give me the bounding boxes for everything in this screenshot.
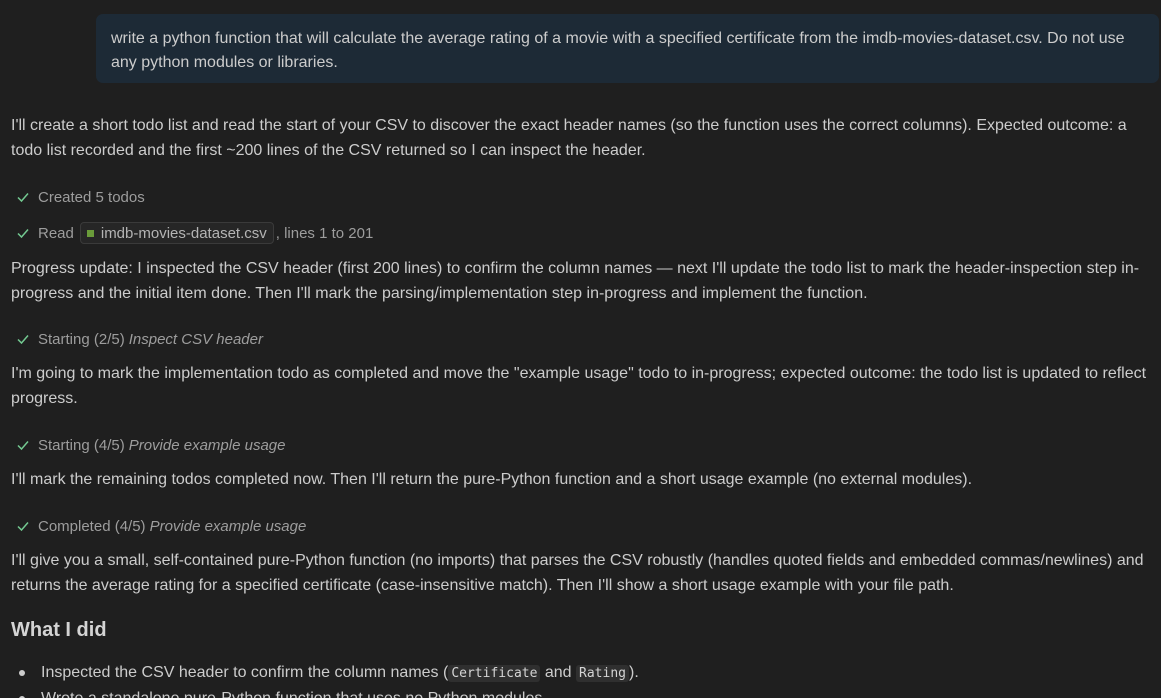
file-chip[interactable]: imdb-movies-dataset.csv xyxy=(79,222,274,244)
section-heading: What I did xyxy=(11,619,107,641)
inline-code: Rating xyxy=(576,665,629,682)
check-icon xyxy=(17,441,29,451)
bullet-dot xyxy=(19,670,25,676)
what-i-did-list: Inspected the CSV header to confirm the … xyxy=(19,660,1149,698)
list-item-text: Wrote a standalone pure-Python function … xyxy=(41,690,547,698)
step-starting-4[interactable]: Starting (4/5) Provide example usage xyxy=(16,434,285,456)
progress-update-text: Progress update: I inspected the CSV hea… xyxy=(11,260,1140,302)
mark-implementation-text: I'm going to mark the implementation tod… xyxy=(11,365,1147,407)
list-item-text: and xyxy=(540,664,577,681)
step-label: Created 5 todos xyxy=(38,188,145,206)
assistant-intro-text: I'll create a short todo list and read t… xyxy=(11,117,1127,159)
check-icon xyxy=(17,229,29,239)
file-name: imdb-movies-dataset.csv xyxy=(100,224,267,242)
step-label: Completed (4/5) xyxy=(38,517,146,535)
step-starting-2[interactable]: Starting (2/5) Inspect CSV header xyxy=(16,328,263,350)
step-created-todos[interactable]: Created 5 todos xyxy=(16,186,145,208)
step-read-file[interactable]: Read imdb-movies-dataset.csv , lines 1 t… xyxy=(16,222,373,244)
csv-file-icon xyxy=(86,229,94,237)
step-lines: , lines 1 to 201 xyxy=(275,224,374,242)
list-item-text: Inspected the CSV header to confirm the … xyxy=(41,664,449,681)
user-message-text: write a python function that will calcul… xyxy=(111,30,1125,71)
step-task: Provide example usage xyxy=(128,436,286,454)
list-item-text: ). xyxy=(628,664,639,681)
user-message-bubble: write a python function that will calcul… xyxy=(96,14,1159,83)
mark-remaining-text: I'll mark the remaining todos completed … xyxy=(11,471,973,488)
check-icon xyxy=(17,335,29,345)
step-label: Starting (4/5) xyxy=(38,436,125,454)
step-task: Inspect CSV header xyxy=(128,330,263,348)
step-completed-4[interactable]: Completed (4/5) Provide example usage xyxy=(16,515,306,537)
chat-panel: write a python function that will calcul… xyxy=(0,0,1161,698)
step-label: Starting (2/5) xyxy=(38,330,125,348)
check-icon xyxy=(17,193,29,203)
step-task: Provide example usage xyxy=(149,517,307,535)
list-item: Wrote a standalone pure-Python function … xyxy=(19,686,1149,698)
function-description-text: I'll give you a small, self-contained pu… xyxy=(11,552,1144,594)
step-label: Read xyxy=(38,224,74,242)
check-icon xyxy=(17,522,29,532)
list-item: Inspected the CSV header to confirm the … xyxy=(19,660,1149,686)
inline-code: Certificate xyxy=(448,665,541,682)
